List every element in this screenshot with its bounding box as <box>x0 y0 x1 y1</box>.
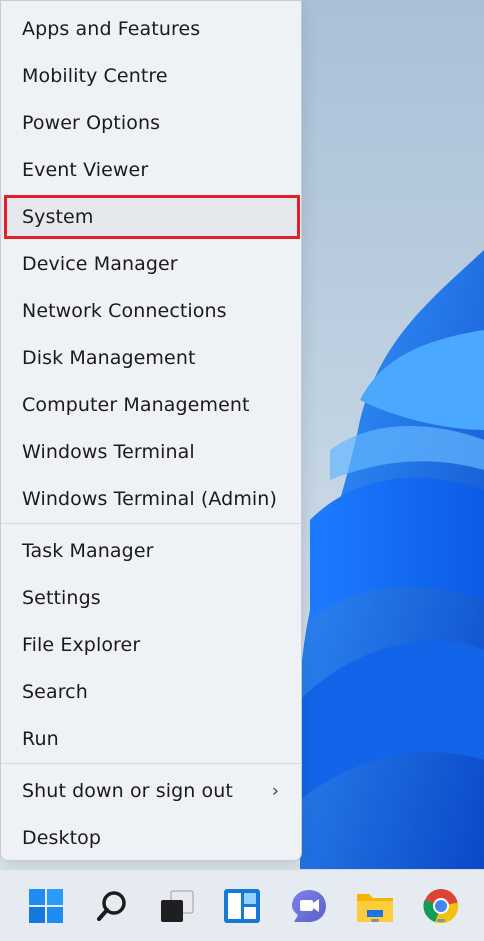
menu-item-label: File Explorer <box>22 634 141 656</box>
menu-item-windows-terminal-admin[interactable]: Windows Terminal (Admin) <box>1 479 301 519</box>
menu-item-settings[interactable]: Settings <box>1 578 301 618</box>
taskbar <box>0 869 484 941</box>
menu-item-label: Network Connections <box>22 300 227 322</box>
menu-item-disk-management[interactable]: Disk Management <box>1 338 301 378</box>
menu-item-label: Apps and Features <box>22 18 201 40</box>
menu-item-system[interactable]: System <box>1 197 301 237</box>
magnifier-icon <box>97 891 126 921</box>
menu-item-mobility-centre[interactable]: Mobility Centre <box>1 56 301 96</box>
menu-item-file-explorer[interactable]: File Explorer <box>1 625 301 665</box>
menu-item-shut-down-sign-out[interactable]: Shut down or sign out › <box>1 771 301 811</box>
menu-item-label: Desktop <box>22 827 102 849</box>
menu-item-label: Task Manager <box>22 540 154 562</box>
menu-item-power-options[interactable]: Power Options <box>1 103 301 143</box>
menu-item-apps-features[interactable]: Apps and Features <box>1 9 301 49</box>
running-indicator <box>437 919 445 922</box>
menu-item-label: System <box>22 206 94 228</box>
menu-item-windows-terminal[interactable]: Windows Terminal <box>1 432 301 472</box>
menu-item-label: Settings <box>22 587 101 609</box>
menu-item-label: Search <box>22 681 88 703</box>
menu-item-desktop[interactable]: Desktop <box>1 818 301 858</box>
chevron-right-icon: › <box>271 780 279 802</box>
menu-item-label: Computer Management <box>22 394 250 416</box>
menu-item-label: Disk Management <box>22 347 196 369</box>
task-view-glyph-icon <box>161 890 194 922</box>
menu-separator <box>1 763 301 764</box>
menu-item-search[interactable]: Search <box>1 672 301 712</box>
teams-chat-icon[interactable] <box>289 886 329 926</box>
menu-item-event-viewer[interactable]: Event Viewer <box>1 150 301 190</box>
chat-bubble-icon <box>292 890 326 922</box>
windows-start-icon[interactable] <box>26 886 66 926</box>
menu-item-task-manager[interactable]: Task Manager <box>1 531 301 571</box>
menu-item-label: Mobility Centre <box>22 65 168 87</box>
menu-item-label: Shut down or sign out <box>22 780 233 802</box>
menu-item-label: Power Options <box>22 112 161 134</box>
windows-logo-icon <box>29 889 63 923</box>
search-icon[interactable] <box>92 886 132 926</box>
file-explorer-icon[interactable] <box>355 886 395 926</box>
task-view-icon[interactable] <box>157 886 197 926</box>
menu-item-network-connections[interactable]: Network Connections <box>1 291 301 331</box>
menu-item-label: Windows Terminal <box>22 441 195 463</box>
running-indicator <box>371 919 379 922</box>
widgets-glyph-icon <box>224 889 260 923</box>
menu-separator <box>1 523 301 524</box>
widgets-icon[interactable] <box>222 886 262 926</box>
menu-item-computer-management[interactable]: Computer Management <box>1 385 301 425</box>
menu-item-label: Windows Terminal (Admin) <box>22 488 277 510</box>
chrome-icon[interactable] <box>421 886 461 926</box>
menu-item-label: Device Manager <box>22 253 178 275</box>
menu-item-run[interactable]: Run <box>1 719 301 759</box>
menu-item-label: Event Viewer <box>22 159 149 181</box>
menu-item-device-manager[interactable]: Device Manager <box>1 244 301 284</box>
winx-context-menu: Apps and Features Mobility Centre Power … <box>0 0 302 861</box>
menu-item-label: Run <box>22 728 59 750</box>
